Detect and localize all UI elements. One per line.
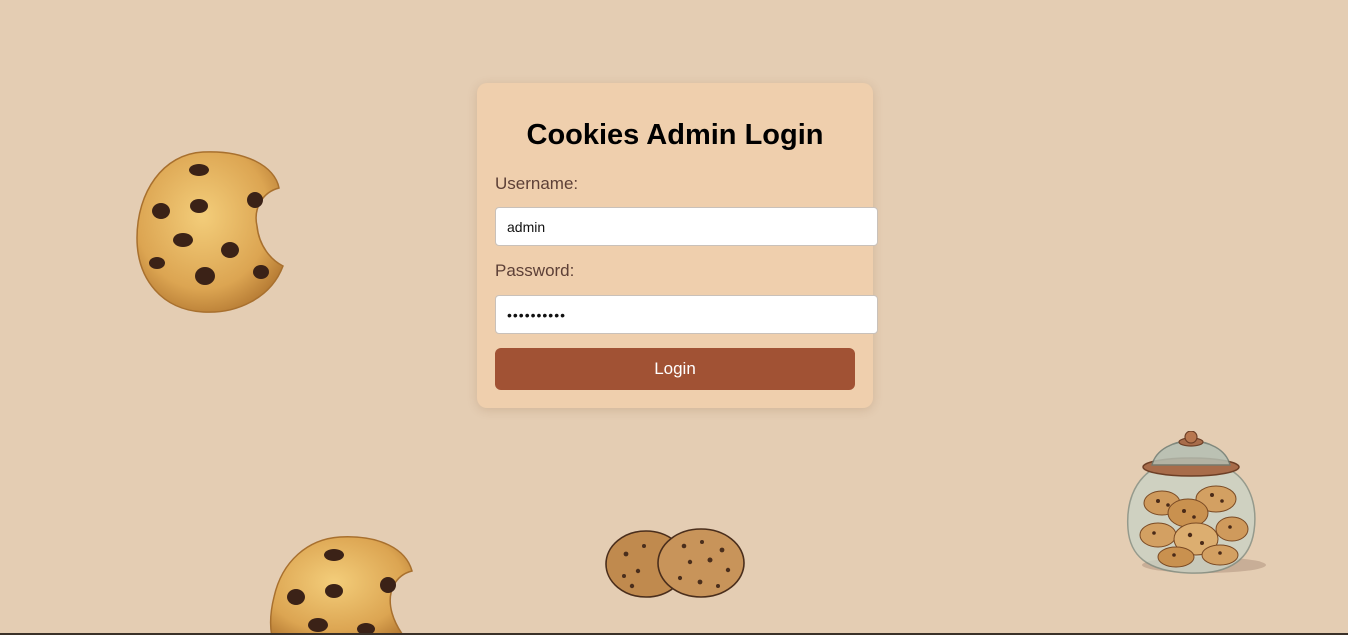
login-title: Cookies Admin Login: [526, 119, 824, 151]
password-input[interactable]: [495, 295, 878, 334]
cookie-jar-icon: [1126, 431, 1266, 574]
cookie-pair-icon: [605, 528, 745, 598]
login-card: Cookies Admin Login Username: Password: …: [477, 83, 878, 408]
cookie-bitten-icon: [136, 151, 284, 313]
login-button[interactable]: Login: [495, 348, 855, 390]
username-input[interactable]: [495, 207, 878, 246]
cookie-bitten-icon: [269, 536, 413, 635]
username-label: Username:: [495, 174, 579, 193]
password-label: Password:: [495, 261, 575, 280]
